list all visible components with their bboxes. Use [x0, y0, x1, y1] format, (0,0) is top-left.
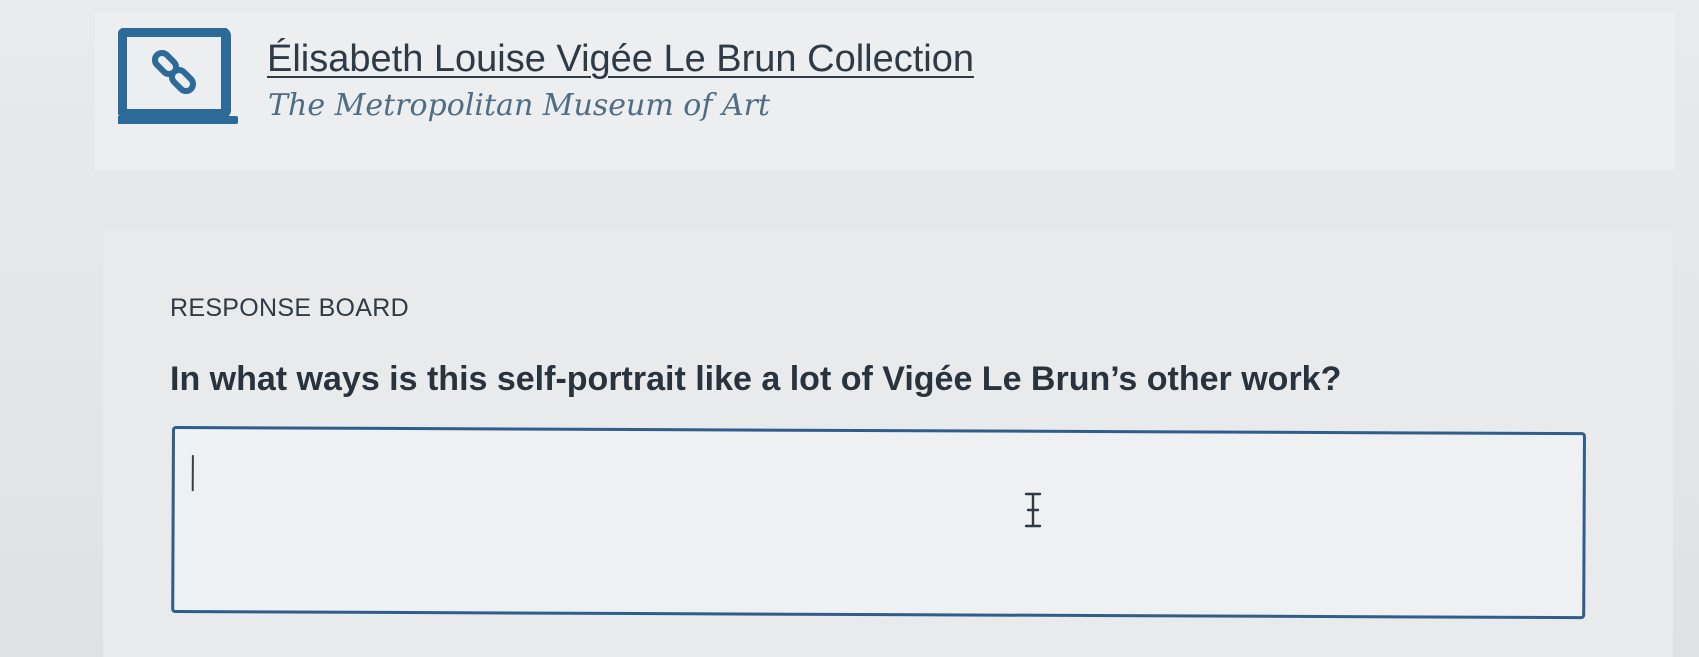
- section-label: RESPONSE BOARD: [170, 294, 409, 322]
- text-ibeam-cursor-icon: [1024, 492, 1042, 528]
- link-laptop-icon: [118, 28, 238, 124]
- question-prompt: In what ways is this self-portrait like …: [170, 360, 1342, 398]
- museum-subtitle: The Metropolitan Museum of Art: [268, 88, 771, 123]
- collection-title-link[interactable]: Élisabeth Louise Vigée Le Brun Collectio…: [267, 38, 974, 81]
- response-textarea[interactable]: [171, 426, 1586, 620]
- text-caret: [191, 455, 194, 492]
